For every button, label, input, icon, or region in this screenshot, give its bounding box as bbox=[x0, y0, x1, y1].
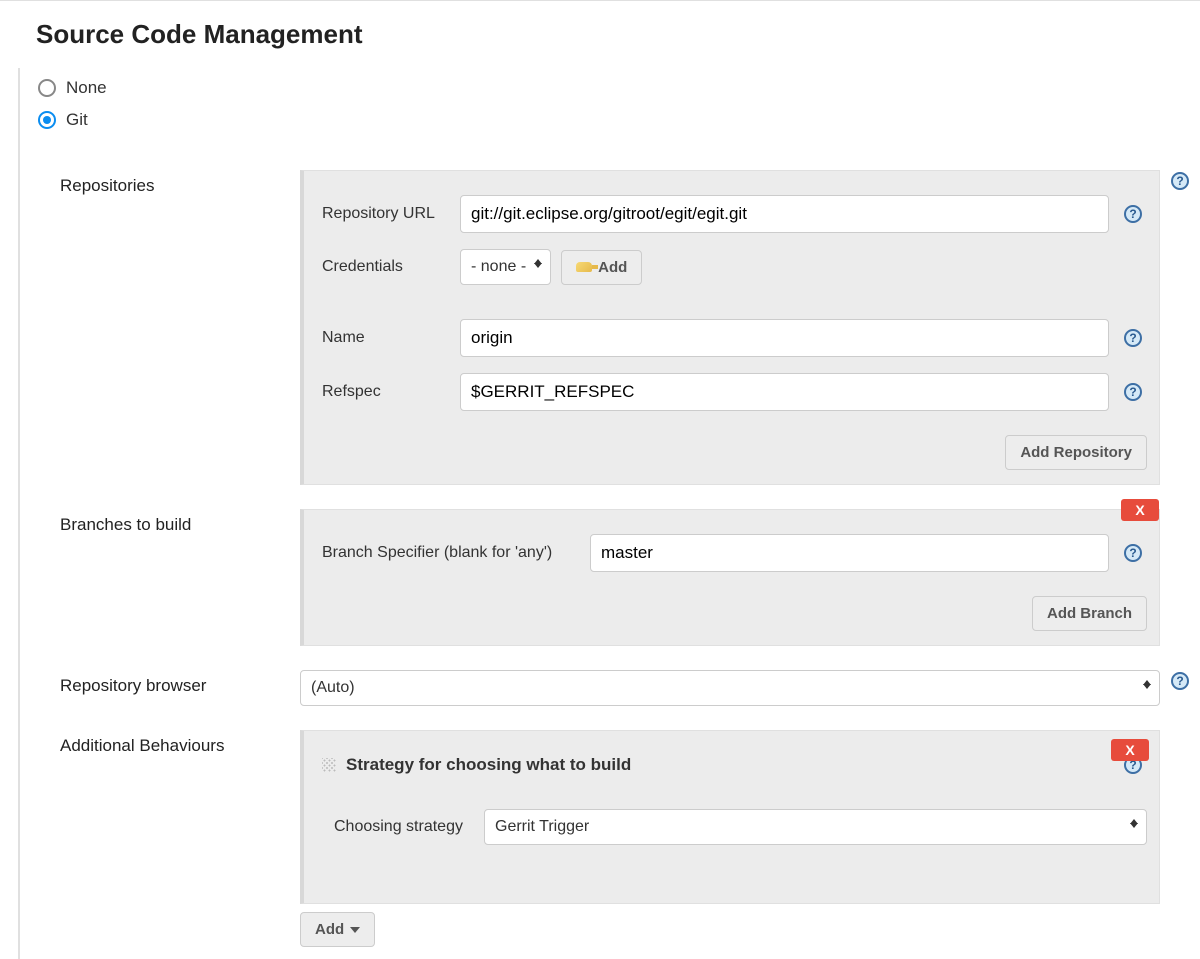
repositories-label: Repositories bbox=[42, 170, 300, 196]
repo-browser-row: Repository browser (Auto) ? bbox=[42, 670, 1200, 706]
add-behaviour-button[interactable]: Add bbox=[300, 912, 375, 947]
help-icon[interactable]: ? bbox=[1171, 172, 1189, 190]
radio-label: Git bbox=[66, 110, 88, 130]
key-icon bbox=[576, 262, 592, 272]
help-icon[interactable]: ? bbox=[1124, 205, 1142, 223]
behaviours-label: Additional Behaviours bbox=[42, 730, 300, 756]
scm-option-none[interactable]: None bbox=[20, 72, 1200, 104]
branches-row: Branches to build X Branch Specifier (bl… bbox=[42, 509, 1200, 646]
branches-label: Branches to build bbox=[42, 509, 300, 535]
repo-name-label: Name bbox=[322, 329, 450, 347]
section-title: Source Code Management bbox=[0, 1, 1200, 68]
chevron-down-icon bbox=[350, 927, 360, 933]
branch-panel: X Branch Specifier (blank for 'any') ? A… bbox=[300, 509, 1160, 646]
add-repository-button[interactable]: Add Repository bbox=[1005, 435, 1147, 470]
btn-label: Add bbox=[315, 921, 344, 938]
repo-browser-select[interactable]: (Auto) bbox=[300, 670, 1160, 706]
radio-icon bbox=[38, 79, 56, 97]
choosing-strategy-label: Choosing strategy bbox=[322, 818, 474, 836]
help-icon[interactable]: ? bbox=[1124, 329, 1142, 347]
repository-panel: Repository URL ? Credentials - none - Ad… bbox=[300, 170, 1160, 485]
help-icon[interactable]: ? bbox=[1171, 672, 1189, 690]
repositories-row: Repositories Repository URL ? Credential… bbox=[42, 170, 1200, 485]
credentials-select[interactable]: - none - bbox=[460, 249, 551, 285]
branch-specifier-input[interactable] bbox=[590, 534, 1109, 572]
branch-specifier-label: Branch Specifier (blank for 'any') bbox=[322, 544, 580, 562]
radio-label: None bbox=[66, 78, 107, 98]
scm-option-git[interactable]: Git bbox=[20, 104, 1200, 136]
credentials-label: Credentials bbox=[322, 258, 450, 276]
add-branch-button[interactable]: Add Branch bbox=[1032, 596, 1147, 631]
repo-browser-label: Repository browser bbox=[42, 670, 300, 696]
radio-checked-icon bbox=[38, 111, 56, 129]
drag-handle-icon[interactable] bbox=[322, 758, 336, 772]
delete-branch-button[interactable]: X bbox=[1121, 499, 1159, 521]
behaviour-title: Strategy for choosing what to build bbox=[346, 755, 631, 775]
refspec-label: Refspec bbox=[322, 383, 450, 401]
refspec-input[interactable] bbox=[460, 373, 1109, 411]
behaviour-panel: X Strategy for choosing what to build ? … bbox=[300, 730, 1160, 904]
help-icon[interactable]: ? bbox=[1124, 383, 1142, 401]
delete-behaviour-button[interactable]: X bbox=[1111, 739, 1149, 761]
help-icon[interactable]: ? bbox=[1124, 544, 1142, 562]
choosing-strategy-select[interactable]: Gerrit Trigger bbox=[484, 809, 1147, 845]
scm-section: None Git Repositories Repository URL ? bbox=[18, 68, 1200, 959]
btn-label: Add bbox=[598, 259, 627, 276]
repo-url-label: Repository URL bbox=[322, 205, 450, 223]
behaviours-row: Additional Behaviours X Strategy for cho… bbox=[42, 730, 1200, 947]
add-credentials-button[interactable]: Add bbox=[561, 250, 642, 285]
repo-url-input[interactable] bbox=[460, 195, 1109, 233]
repo-name-input[interactable] bbox=[460, 319, 1109, 357]
